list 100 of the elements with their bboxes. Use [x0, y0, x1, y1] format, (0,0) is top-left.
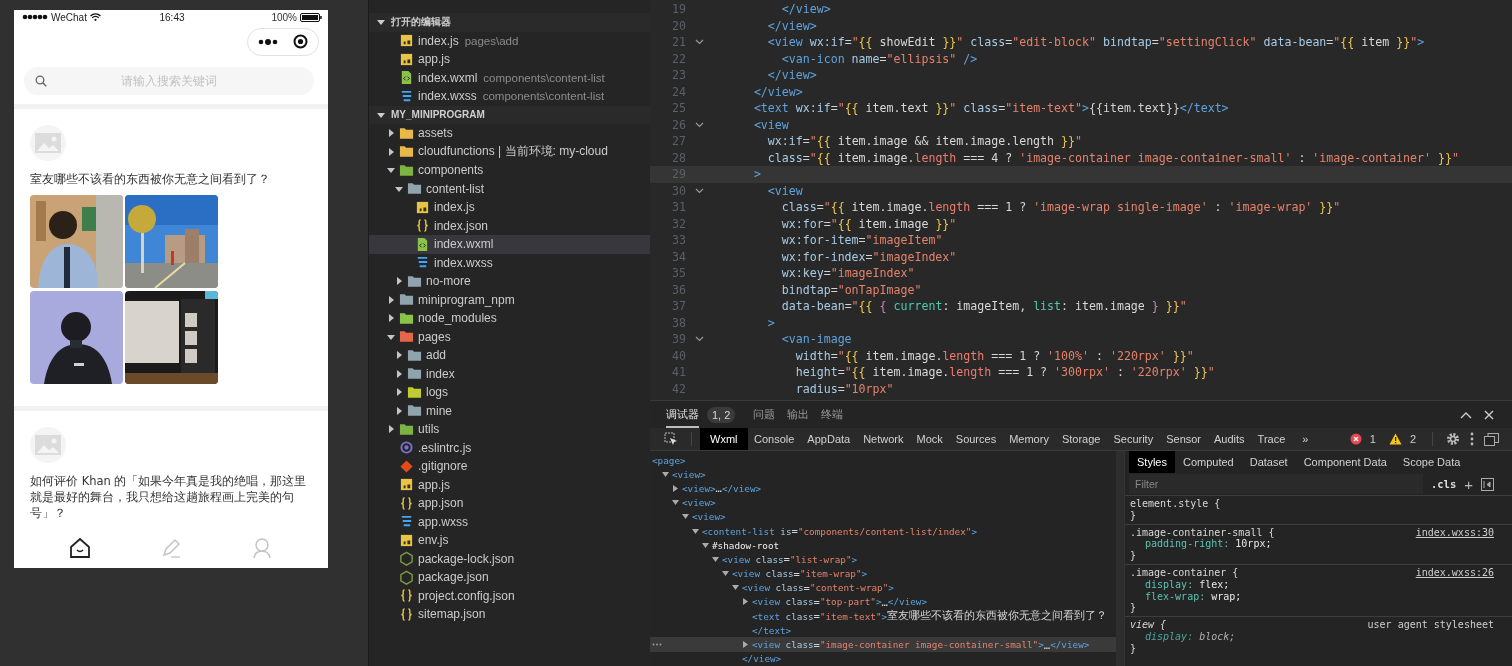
- filter-field[interactable]: Filter: [1129, 474, 1423, 494]
- dock-icon[interactable]: [1484, 432, 1499, 446]
- panel-tab[interactable]: Console: [747, 428, 801, 450]
- expand-arrow-icon[interactable]: [732, 584, 739, 592]
- more-icon[interactable]: [257, 38, 278, 45]
- tree-item[interactable]: index: [369, 364, 650, 383]
- section-header[interactable]: MY_MINIPROGRAM: [369, 105, 650, 124]
- dom-node[interactable]: </text>: [650, 623, 1116, 638]
- tree-item[interactable]: assets: [369, 124, 650, 143]
- expand-arrow-icon[interactable]: [722, 570, 729, 578]
- styles-tab[interactable]: Dataset: [1241, 451, 1296, 473]
- styles-tab[interactable]: Component Data: [1295, 451, 1395, 473]
- dom-node[interactable]: <view class="content-wrap">: [650, 580, 1116, 595]
- tree-item[interactable]: index.wxss: [369, 253, 650, 272]
- tree-item[interactable]: index.wxss components\content-list: [369, 87, 650, 106]
- cls-button[interactable]: .cls: [1430, 478, 1457, 490]
- tree-item[interactable]: components: [369, 161, 650, 180]
- kebab-menu-icon[interactable]: [1470, 432, 1474, 446]
- fold-icon[interactable]: [694, 336, 704, 343]
- tree-item[interactable]: index.json: [369, 216, 650, 235]
- dom-node[interactable]: <view class="top-part">…</view>: [650, 594, 1116, 610]
- dom-node[interactable]: <content-list is="components/content-list/index">: [650, 523, 1116, 539]
- tree-item[interactable]: mine: [369, 401, 650, 420]
- dom-node[interactable]: <view>: [650, 495, 1116, 510]
- tree-item[interactable]: add: [369, 346, 650, 365]
- section-header[interactable]: 打开的编辑器: [369, 13, 650, 32]
- signal-icon: [22, 14, 48, 21]
- expand-arrow-icon[interactable]: [662, 470, 669, 478]
- tree-item[interactable]: app.json: [369, 494, 650, 513]
- dom-node[interactable]: <view class="item-wrap">: [650, 566, 1116, 581]
- dom-node[interactable]: #shadow-root: [650, 538, 1116, 553]
- source-link[interactable]: index.wxss:26: [1415, 567, 1494, 579]
- tree-item[interactable]: project.config.json: [369, 586, 650, 605]
- panel-tab[interactable]: Trace: [1251, 428, 1292, 450]
- debugger-tab[interactable]: 问题: [753, 401, 776, 428]
- tree-item[interactable]: env.js: [369, 531, 650, 550]
- tree-item[interactable]: content-list: [369, 179, 650, 198]
- dom-node[interactable]: <text class="item-text">室友哪些不该看的东西被你无意之间看到了？: [650, 609, 1116, 624]
- target-icon[interactable]: [293, 34, 309, 50]
- tree-item[interactable]: logs: [369, 383, 650, 402]
- tree-item[interactable]: index.js pages\add: [369, 31, 650, 50]
- tree-item[interactable]: .eslintrc.js: [369, 438, 650, 457]
- expand-arrow-icon[interactable]: [712, 555, 719, 563]
- chevron-up-icon[interactable]: [1460, 410, 1472, 419]
- tree-item[interactable]: node_modules: [369, 309, 650, 328]
- tree-item[interactable]: index.js: [369, 198, 650, 217]
- expand-arrow-icon[interactable]: [742, 598, 749, 606]
- dom-node[interactable]: <view class="image-container image-container-small">…</view>: [650, 637, 1116, 652]
- tree-item[interactable]: .gitignore: [369, 457, 650, 476]
- expand-arrow-icon[interactable]: [682, 513, 689, 521]
- sidebar-toggle-icon[interactable]: [1481, 477, 1494, 491]
- panel-tab[interactable]: Sensor: [1159, 428, 1208, 450]
- tree-item[interactable]: package-lock.json: [369, 549, 650, 568]
- expand-arrow-icon[interactable]: [672, 484, 679, 492]
- tree-item[interactable]: app.js: [369, 475, 650, 494]
- dom-node[interactable]: </view>: [650, 651, 1116, 666]
- expand-arrow-icon[interactable]: [702, 541, 709, 549]
- dom-node[interactable]: <page>: [650, 453, 1116, 468]
- add-rule-button[interactable]: +: [1464, 476, 1473, 492]
- tree-item[interactable]: app.js: [369, 50, 650, 69]
- styles-tab[interactable]: Styles: [1129, 451, 1175, 473]
- expand-arrow-icon[interactable]: [692, 527, 699, 535]
- panel-tab[interactable]: Audits: [1207, 428, 1252, 450]
- dom-node[interactable]: <view>: [650, 509, 1116, 524]
- tree-item[interactable]: app.wxss: [369, 512, 650, 531]
- styles-tab[interactable]: Scope Data: [1394, 451, 1469, 473]
- tree-item[interactable]: miniprogram_npm: [369, 290, 650, 309]
- panel-tab[interactable]: AppData: [800, 428, 857, 450]
- debugger-tab[interactable]: 输出: [787, 401, 810, 428]
- settings-icon[interactable]: [1446, 432, 1460, 446]
- panel-tab[interactable]: Security: [1106, 428, 1160, 450]
- panel-tab[interactable]: Network: [856, 428, 910, 450]
- tree-item[interactable]: pages: [369, 327, 650, 346]
- panel-tab[interactable]: Storage: [1055, 428, 1107, 450]
- tree-item[interactable]: package.json: [369, 568, 650, 587]
- styles-tab[interactable]: Computed: [1174, 451, 1242, 473]
- close-icon[interactable]: [1484, 409, 1494, 420]
- source-link[interactable]: index.wxss:30: [1415, 526, 1494, 539]
- panel-tab[interactable]: Mock: [910, 428, 950, 450]
- fold-icon[interactable]: [694, 121, 704, 128]
- expand-arrow-icon[interactable]: [672, 499, 679, 507]
- debugger-tab[interactable]: 终端: [821, 401, 844, 428]
- home-tab[interactable]: [67, 535, 92, 560]
- fold-icon[interactable]: [694, 187, 704, 194]
- panel-tab[interactable]: Sources: [949, 428, 1003, 450]
- dom-node[interactable]: <view>…</view>: [650, 481, 1116, 496]
- dom-node[interactable]: <view class="list-wrap">: [650, 552, 1116, 567]
- more-tabs-button[interactable]: »: [1295, 428, 1315, 450]
- expand-arrow-icon[interactable]: [742, 641, 749, 649]
- tree-item[interactable]: no-more: [369, 272, 650, 291]
- tree-item[interactable]: sitemap.json: [369, 605, 650, 624]
- tree-item[interactable]: index.wxml components\content-list: [369, 68, 650, 87]
- tree-item[interactable]: index.wxml: [369, 235, 650, 254]
- tree-item[interactable]: cloudfunctions | 当前环境: my-cloud: [369, 142, 650, 161]
- panel-tab[interactable]: Wxml: [700, 428, 748, 450]
- inspect-icon[interactable]: [664, 432, 678, 446]
- dom-node[interactable]: <view>: [650, 467, 1116, 482]
- tree-item[interactable]: utils: [369, 420, 650, 439]
- panel-tab[interactable]: Memory: [1002, 428, 1056, 450]
- fold-icon[interactable]: [694, 39, 704, 46]
